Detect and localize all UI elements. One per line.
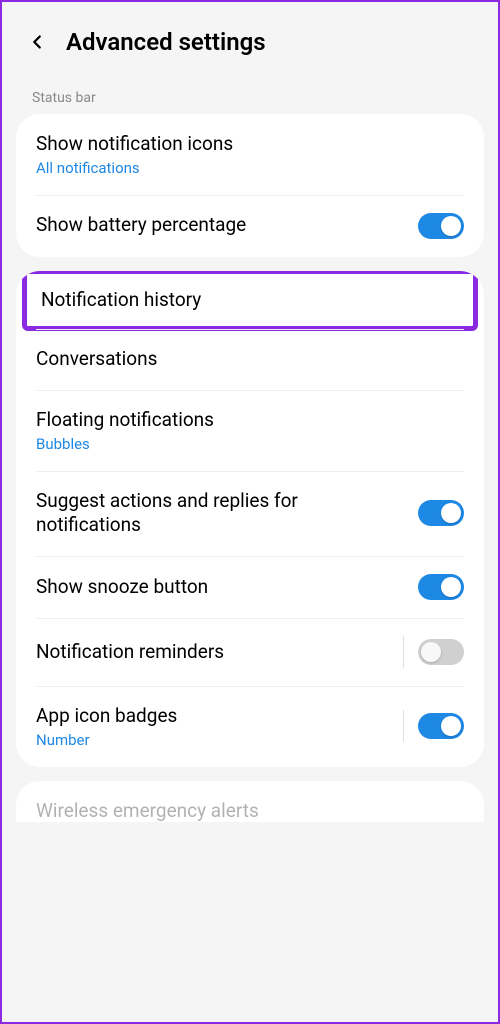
- row-title: Floating notifications: [36, 408, 452, 433]
- toggle-app-icon-badges[interactable]: [418, 713, 464, 739]
- section-label-statusbar: Status bar: [2, 76, 498, 114]
- toggle-show-snooze[interactable]: [418, 574, 464, 600]
- row-title: Suggest actions and replies for notifica…: [36, 489, 406, 538]
- row-show-notification-icons[interactable]: Show notification icons All notification…: [16, 114, 484, 195]
- row-suggest-actions[interactable]: Suggest actions and replies for notifica…: [16, 471, 484, 556]
- row-title: Wireless emergency alerts: [36, 799, 464, 822]
- back-icon[interactable]: [26, 31, 48, 53]
- header: Advanced settings: [2, 12, 498, 76]
- row-conversations[interactable]: Conversations: [16, 329, 484, 390]
- row-show-snooze[interactable]: Show snooze button: [16, 556, 484, 618]
- row-subtitle: All notifications: [36, 159, 452, 177]
- toggle-separator: [403, 710, 404, 742]
- toggle-battery-percentage[interactable]: [418, 213, 464, 239]
- row-title: Notification reminders: [36, 640, 377, 665]
- toggle-suggest-actions[interactable]: [418, 500, 464, 526]
- toggle-notification-reminders[interactable]: [418, 639, 464, 665]
- row-title: Notification history: [41, 288, 447, 313]
- row-title: Show snooze button: [36, 575, 406, 600]
- page-title: Advanced settings: [66, 28, 266, 56]
- row-title: Conversations: [36, 347, 452, 372]
- row-title: App icon badges: [36, 704, 377, 729]
- row-show-battery-percentage[interactable]: Show battery percentage: [16, 195, 484, 257]
- row-subtitle: Bubbles: [36, 435, 452, 453]
- row-floating-notifications[interactable]: Floating notifications Bubbles: [16, 390, 484, 471]
- row-notification-reminders[interactable]: Notification reminders: [16, 618, 484, 686]
- card-main: Notification history Conversations Float…: [16, 271, 484, 767]
- row-app-icon-badges[interactable]: App icon badges Number: [16, 686, 484, 767]
- row-wireless-emergency[interactable]: Wireless emergency alerts: [16, 781, 484, 822]
- row-notification-history[interactable]: Notification history: [22, 271, 478, 332]
- card-statusbar: Show notification icons All notification…: [16, 114, 484, 257]
- toggle-separator: [403, 636, 404, 668]
- row-title: Show notification icons: [36, 132, 452, 157]
- row-subtitle: Number: [36, 731, 377, 749]
- row-title: Show battery percentage: [36, 213, 406, 238]
